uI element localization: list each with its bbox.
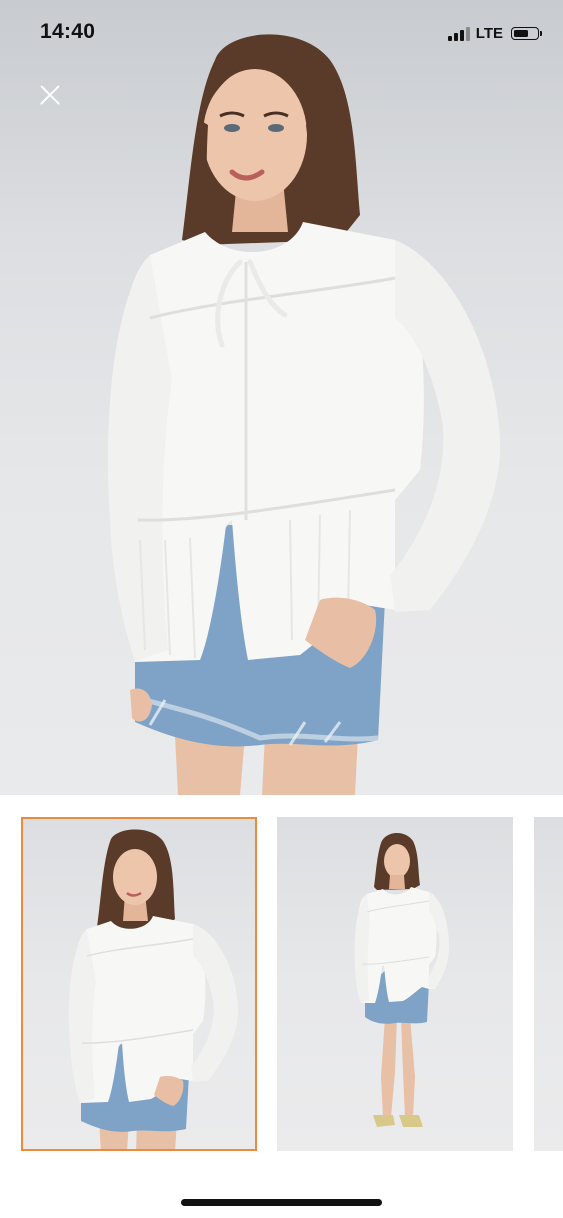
model-photo — [107, 34, 501, 795]
product-image-viewer: 14:40 LTE — [0, 0, 563, 1218]
thumbnail-strip[interactable] — [0, 795, 563, 1165]
cellular-signal-icon — [447, 26, 470, 41]
status-indicators: LTE — [447, 24, 542, 42]
close-icon — [33, 78, 67, 112]
battery-icon — [511, 26, 542, 40]
status-bar: 14:40 LTE — [0, 0, 563, 64]
thumbnail-photo-full-body — [354, 832, 449, 1127]
home-indicator[interactable] — [181, 1199, 382, 1206]
thumbnail-2[interactable] — [277, 817, 513, 1151]
close-button[interactable] — [33, 78, 67, 112]
network-type: LTE — [475, 24, 503, 42]
status-time: 14:40 — [40, 20, 96, 43]
thumbnail-3-partial[interactable] — [534, 817, 563, 1151]
main-product-image[interactable]: 14:40 LTE — [0, 0, 563, 795]
thumbnail-1-selected[interactable] — [21, 817, 257, 1151]
thumbnail-photo-closeup — [68, 829, 239, 1149]
